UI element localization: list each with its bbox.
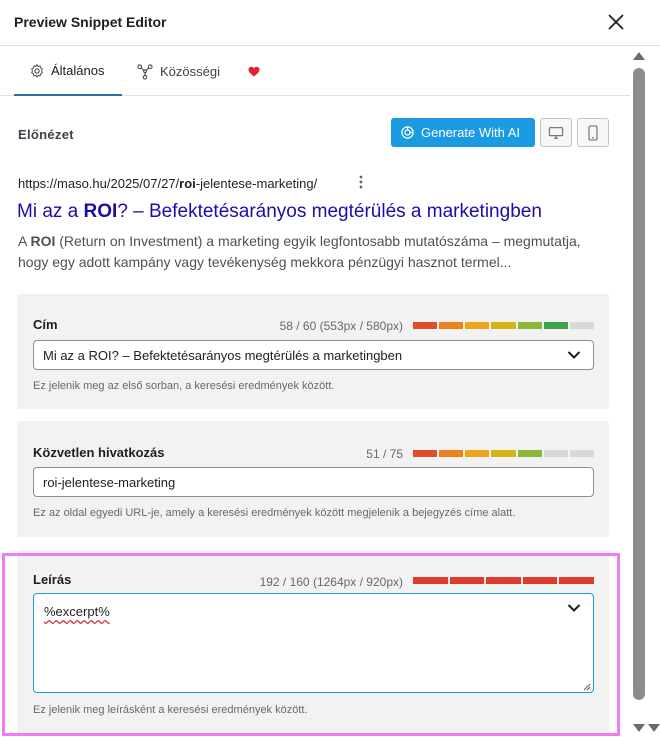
serp-title: Mi az a ROI? – Befektetésarányos megtérü… (17, 201, 542, 223)
serp-url: https://maso.hu/2025/07/27/roi-jelentese… (18, 176, 317, 191)
description-length-meter (413, 577, 594, 584)
tab-bar: Általános Közösségi (0, 47, 630, 96)
title-field-label: Cím (33, 317, 58, 332)
chevron-down-icon[interactable] (567, 350, 581, 360)
permalink-help-text: Ez az oldal egyedi URL-je, amely a keres… (33, 507, 516, 519)
scroll-up-arrow-icon[interactable] (633, 52, 645, 60)
permalink-length-meter (413, 450, 594, 457)
more-options-icon[interactable] (356, 174, 366, 190)
serp-url-suffix: -jelentese-marketing/ (195, 176, 318, 191)
title-input[interactable]: Mi az a ROI? – Befektetésarányos megtérü… (33, 340, 594, 370)
generate-with-ai-button[interactable]: Generate With AI (391, 118, 535, 147)
permalink-field-label: Közvetlen hivatkozás (33, 445, 165, 460)
serp-url-keyword: roi (179, 176, 196, 191)
tab-social-label: Közösségi (160, 64, 220, 79)
serp-desc-post: (Return on Investment) a marketing egyik… (18, 233, 581, 270)
title-field-panel: Cím 58 / 60 (553px / 580px) Mi az a ROI?… (17, 294, 609, 409)
description-textarea[interactable]: %excerpt% (33, 593, 594, 693)
description-char-counter: 192 / 160 (1264px / 920px) (259, 575, 403, 589)
close-button[interactable] (604, 10, 628, 34)
description-help-text: Ez jelenik meg leírásként a keresési ere… (33, 704, 308, 716)
tab-social[interactable]: Közösségi (136, 47, 220, 96)
scroll-down-arrow-icon[interactable] (633, 724, 645, 732)
ai-sparkle-icon (401, 126, 414, 139)
gear-icon (31, 63, 43, 78)
desktop-preview-button[interactable] (540, 118, 572, 147)
generate-with-ai-label: Generate With AI (421, 125, 520, 140)
permalink-input[interactable]: roi-jelentese-marketing (33, 467, 594, 497)
title-char-counter: 58 / 60 (553px / 580px) (279, 319, 403, 333)
scrollbar-thumb[interactable] (633, 68, 645, 700)
mobile-icon (588, 124, 598, 141)
chevron-down-icon-description[interactable] (567, 603, 581, 613)
description-textarea-value: %excerpt% (44, 604, 110, 619)
permalink-input-value: roi-jelentese-marketing (43, 474, 176, 490)
desktop-icon (548, 126, 564, 139)
share-nodes-icon (137, 63, 153, 80)
permalink-field-panel: Közvetlen hivatkozás 51 / 75 roi-jelente… (17, 421, 609, 537)
tab-favorite[interactable] (248, 47, 266, 96)
title-help-text: Ez jelenik meg az első sorban, a keresés… (33, 380, 335, 392)
preview-heading: Előnézet (18, 127, 74, 142)
close-icon (608, 14, 624, 30)
heart-icon (248, 66, 260, 77)
serp-title-post: ? – Befektetésarányos megtérülés a marke… (117, 201, 542, 222)
tab-general[interactable]: Általános (14, 47, 122, 96)
serp-url-prefix: https://maso.hu/2025/07/27/ (18, 176, 180, 191)
permalink-char-counter: 51 / 75 (366, 447, 403, 461)
mobile-preview-button[interactable] (577, 118, 609, 147)
title-length-meter (413, 322, 594, 329)
serp-title-keyword: ROI (83, 201, 118, 222)
resize-handle-icon[interactable] (581, 681, 591, 691)
title-input-value: Mi az a ROI? – Befektetésarányos megtérü… (43, 347, 403, 363)
description-field-label: Leírás (33, 572, 72, 587)
serp-desc-pre: A (18, 233, 31, 249)
serp-title-pre: Mi az a (17, 201, 84, 222)
serp-desc-keyword: ROI (30, 233, 56, 249)
scroll-down-arrow-icon-2[interactable] (648, 724, 660, 732)
description-field-panel: Leírás 192 / 160 (1264px / 920px) %excer… (17, 550, 609, 733)
serp-description: A ROI (Return on Investment) a marketing… (18, 231, 614, 273)
tab-general-label: Általános (51, 63, 105, 78)
modal-header: Preview Snippet Editor (0, 0, 660, 46)
modal-title: Preview Snippet Editor (14, 14, 167, 30)
